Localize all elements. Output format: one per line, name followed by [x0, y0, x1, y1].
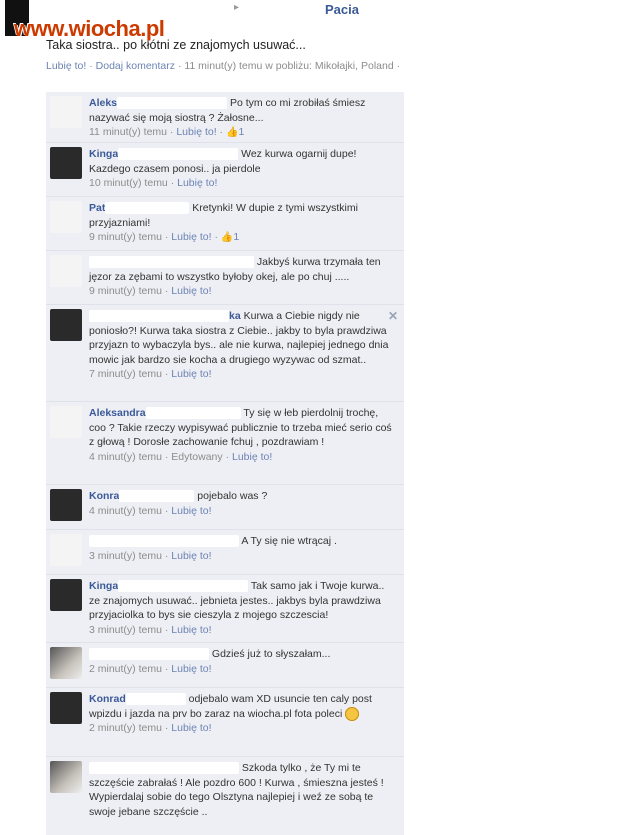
like-link[interactable]: Lubię to!: [171, 663, 211, 675]
arrow-icon: ▸: [234, 2, 240, 13]
thumbs-up-icon[interactable]: 👍: [221, 232, 233, 243]
like-link[interactable]: Lubię to!: [171, 624, 211, 636]
like-link[interactable]: Lubię to!: [171, 285, 211, 297]
comment-meta: 9 minut(y) temu · Lubię to!: [89, 285, 212, 297]
watermark: www.wiocha.pl: [14, 16, 165, 41]
smiley-icon: [345, 706, 360, 721]
comment-author[interactable]: Pat: [89, 202, 105, 214]
comment-meta: 4 minut(y) temu · Edytowany · Lubię to!: [89, 450, 273, 463]
like-link[interactable]: Lubię to!: [171, 231, 211, 243]
avatar[interactable]: [50, 201, 82, 233]
comment-item: A Ty się nie wtrącaj . 3 minut(y) temu ·…: [46, 530, 404, 575]
avatar[interactable]: [50, 692, 82, 724]
profile-name-link[interactable]: Pacia: [325, 2, 359, 17]
comment-item: Konra pojebalo was ? 4 minut(y) temu · L…: [46, 485, 404, 530]
comment-author[interactable]: Aleksandra: [89, 407, 146, 419]
avatar[interactable]: [50, 406, 82, 438]
comment-item: Aleks Po tym co mi zrobiłaś śmiesz nazyw…: [46, 92, 404, 143]
comment-item: Szkoda tylko , że Ty mi te szczęście zab…: [46, 757, 404, 835]
comment-author[interactable]: Aleks: [89, 97, 117, 109]
avatar[interactable]: [50, 96, 82, 128]
thumbs-up-icon[interactable]: 👍: [226, 127, 238, 138]
like-link[interactable]: Lubię to!: [177, 177, 217, 189]
comment-meta: 3 minut(y) temu · Lubię to!: [89, 549, 212, 562]
post-meta: Lubię to! · Dodaj komentarz · 11 minut(y…: [46, 60, 401, 72]
comment-item: Gdzieś już to słyszałam... 2 minut(y) te…: [46, 643, 404, 688]
like-link[interactable]: Lubię to!: [232, 451, 272, 463]
redaction-strip: [0, 90, 44, 807]
edited-label: Edytowany: [171, 450, 223, 463]
comment-text: A Ty się nie wtrącaj .: [241, 535, 337, 547]
comment-meta: 3 minut(y) temu · Lubię to!: [89, 623, 212, 636]
comment-text: pojebalo was ?: [197, 490, 268, 502]
avatar[interactable]: [50, 761, 82, 793]
comment-author[interactable]: Kinga: [89, 580, 118, 592]
comment-item: Kinga Tak samo jak i Twoje kurwa.. ze zn…: [46, 575, 404, 643]
avatar[interactable]: [50, 309, 82, 341]
comment-text: Gdzieś już to słyszałam...: [211, 648, 331, 660]
avatar[interactable]: [50, 534, 82, 566]
comment-item: Konrad odjebalo wam XD usuncie ten caly …: [46, 688, 404, 757]
comment-author[interactable]: ka: [229, 310, 241, 322]
comments-list: Aleks Po tym co mi zrobiłaś śmiesz nazyw…: [46, 92, 404, 835]
comment-meta: 2 minut(y) temu · Lubię to!: [89, 722, 212, 734]
comment-meta: 9 minut(y) temu · Lubię to! · 👍1: [89, 231, 240, 243]
comment-author[interactable]: Konra: [89, 490, 119, 502]
like-count[interactable]: 1: [233, 231, 239, 243]
like-link[interactable]: Lubię to!: [171, 505, 211, 517]
comment-item: Aleksandra Ty się w łeb pierdolnij troch…: [46, 402, 404, 485]
like-link[interactable]: Lubię to!: [171, 722, 211, 734]
avatar[interactable]: [50, 489, 82, 521]
comment-meta: 4 minut(y) temu · Lubię to!: [89, 504, 212, 517]
close-icon[interactable]: ✕: [388, 309, 398, 324]
avatar[interactable]: [50, 147, 82, 179]
comment-item: Pat Kretynki! W dupie z tymi wszystkimi …: [46, 197, 404, 251]
like-link[interactable]: Lubię to!: [176, 126, 216, 138]
comment-meta: 10 minut(y) temu · Lubię to!: [89, 177, 218, 189]
comment-meta: 11 minut(y) temu · Lubię to! · 👍1: [89, 126, 245, 138]
comment-item: ka Kurwa a Ciebie nigdy nie poniosło?! K…: [46, 305, 404, 402]
comment-item: Kinga Wez kurwa ogarnij dupe! Kazdego cz…: [46, 143, 404, 197]
comment-author[interactable]: Kinga: [89, 148, 118, 160]
like-link[interactable]: Lubię to!: [171, 550, 211, 562]
add-comment-link[interactable]: Dodaj komentarz: [96, 60, 175, 72]
comment-author[interactable]: Konrad: [89, 693, 126, 705]
comment-item: Jakbyś kurwa trzymała ten jęzor za zębam…: [46, 251, 404, 305]
post-timestamp: 11 minut(y) temu w pobliżu: Mikołajki, P…: [184, 60, 394, 72]
comment-meta: 2 minut(y) temu · Lubię to!: [89, 662, 212, 675]
like-count[interactable]: 1: [238, 126, 244, 138]
avatar[interactable]: [50, 579, 82, 611]
avatar[interactable]: [50, 647, 82, 679]
like-link[interactable]: Lubię to!: [171, 368, 211, 380]
post-like-link[interactable]: Lubię to!: [46, 60, 86, 72]
avatar[interactable]: [50, 255, 82, 287]
comment-meta: 7 minut(y) temu · Lubię to!: [89, 368, 212, 380]
